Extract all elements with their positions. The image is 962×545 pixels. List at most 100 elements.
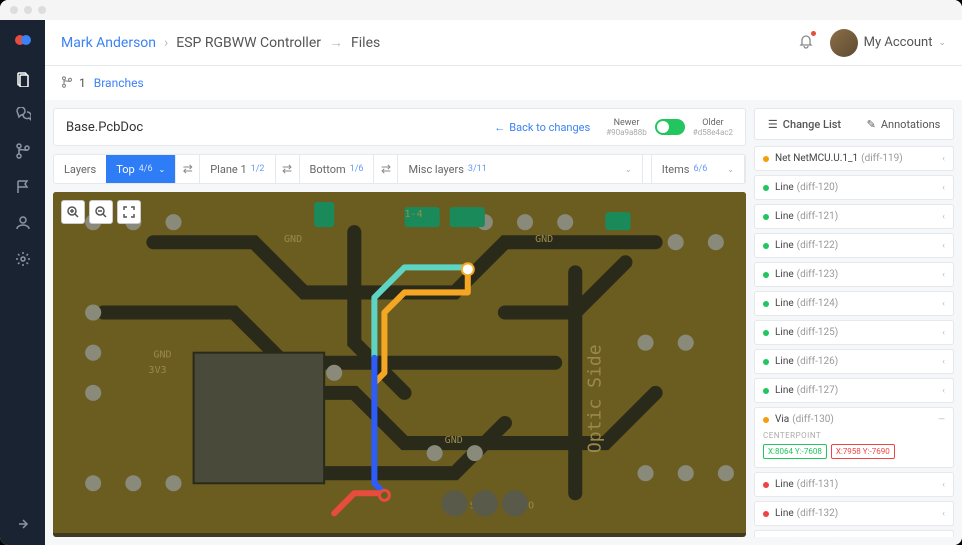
change-item-label: Line xyxy=(775,211,794,222)
pencil-icon: ✎ xyxy=(867,118,876,131)
breadcrumb: Mark Anderson › ESP RGBWW Controller → F… xyxy=(61,34,380,51)
filter-settings-icon[interactable]: ⇄ xyxy=(276,155,300,183)
chevron-icon: ‹ xyxy=(942,386,945,396)
change-item-diff: (diff-124) xyxy=(797,298,839,309)
status-dot-icon xyxy=(763,388,769,394)
status-dot-icon xyxy=(763,243,769,249)
left-sidebar xyxy=(0,20,45,545)
branch-icon xyxy=(61,76,73,91)
svg-text:GND: GND xyxy=(153,350,171,361)
chevron-icon: ‹ xyxy=(942,328,945,338)
fullscreen-button[interactable] xyxy=(117,200,141,224)
notifications-icon[interactable] xyxy=(798,33,814,52)
change-item-label: Line xyxy=(775,298,794,309)
version-toggle-section: Newer #90a9a88b Older #d58e4ac2 xyxy=(606,118,733,137)
change-item[interactable]: Line (diff-127)‹ xyxy=(754,378,954,403)
change-item-label: Line xyxy=(775,479,794,490)
change-item-label: Line xyxy=(775,385,794,396)
tab-annotations[interactable]: ✎ Annotations xyxy=(854,109,953,139)
tab-change-list[interactable]: ☰ Change List xyxy=(755,109,854,139)
change-item-diff: (diff-125) xyxy=(797,327,839,338)
document-title: Base.PcbDoc xyxy=(66,120,143,135)
subheader: 1 Branches xyxy=(45,66,962,100)
centerpoint-label: CENTERPOINT xyxy=(763,431,945,440)
change-item[interactable]: Line (diff-120)‹ xyxy=(754,175,954,200)
avatar xyxy=(830,29,858,57)
nav-users-icon[interactable] xyxy=(14,214,32,232)
change-item[interactable]: Line (diff-131)‹ xyxy=(754,472,954,497)
arrow-left-icon: ← xyxy=(494,121,505,134)
breadcrumb-user[interactable]: Mark Anderson xyxy=(61,35,156,51)
filter-misc[interactable]: Misc layers 3/11 ⌄ xyxy=(398,155,642,183)
change-item-diff: (diff-130) xyxy=(792,414,834,425)
newer-label: Newer xyxy=(614,118,640,128)
svg-text:3V3: 3V3 xyxy=(148,365,166,376)
change-item-diff: (diff-120) xyxy=(797,182,839,193)
chevron-icon: ‹ xyxy=(942,480,945,490)
pcb-viewer[interactable]: GND GND GND GND 3V3 1-4 SCLK MISO Optic … xyxy=(53,192,746,537)
change-item[interactable]: Line (diff-125)‹ xyxy=(754,320,954,345)
nav-files-icon[interactable] xyxy=(14,70,32,88)
change-item[interactable]: Line (diff-121) ‹ xyxy=(754,204,954,229)
nav-branches-icon[interactable] xyxy=(14,142,32,160)
zoom-out-button[interactable] xyxy=(89,200,113,224)
svg-text:GND: GND xyxy=(445,435,463,446)
branches-link[interactable]: Branches xyxy=(94,76,144,90)
app-logo[interactable] xyxy=(11,28,35,52)
change-item[interactable]: Line (diff-133)‹ xyxy=(754,530,954,537)
svg-text:GND: GND xyxy=(284,234,302,245)
change-item[interactable]: Line (diff-126)‹ xyxy=(754,349,954,374)
change-item[interactable]: Via (diff-130)—CENTERPOINTX:8064 Y:-7608… xyxy=(754,407,954,468)
filter-top[interactable]: Top 4/6 ⌄ xyxy=(106,155,176,183)
account-menu[interactable]: My Account ⌄ xyxy=(830,29,946,57)
nav-flag-icon[interactable] xyxy=(14,178,32,196)
back-to-changes-link[interactable]: ← Back to changes xyxy=(494,121,590,134)
change-item-diff: (diff-123) xyxy=(797,269,839,280)
newer-hash: #90a9a88b xyxy=(606,128,647,137)
filter-settings-icon[interactable]: ⇄ xyxy=(374,155,398,183)
document-header: Base.PcbDoc ← Back to changes Newer #90a… xyxy=(53,108,746,146)
svg-text:Optic Side: Optic Side xyxy=(584,344,605,453)
filter-layers-label: Layers xyxy=(54,163,106,176)
status-dot-icon xyxy=(763,301,769,307)
change-item[interactable]: Line (diff-132)‹ xyxy=(754,501,954,526)
version-toggle[interactable] xyxy=(655,119,685,135)
breadcrumb-sep-icon: → xyxy=(329,34,343,51)
change-item-label: Line xyxy=(775,240,794,251)
chevron-icon: ‹ xyxy=(942,299,945,309)
filter-plane[interactable]: Plane 1 1/2 xyxy=(200,155,275,183)
centerpoint-new-value: X:8064 Y:-7608 xyxy=(763,444,827,459)
change-item[interactable]: Line (diff-123)‹ xyxy=(754,262,954,287)
chevron-icon: ‹ xyxy=(942,183,945,193)
traffic-light-min[interactable] xyxy=(24,6,32,14)
status-dot-icon xyxy=(763,330,769,336)
change-item-label: Line xyxy=(775,508,794,519)
change-item[interactable]: Line (diff-124) ‹ xyxy=(754,291,954,316)
change-item[interactable]: Net NetMCU.U.1_1 (diff-119)‹ xyxy=(754,146,954,171)
chevron-down-icon: ⌄ xyxy=(625,165,632,174)
chevron-down-icon: ⌄ xyxy=(159,165,166,174)
nav-settings-icon[interactable] xyxy=(14,250,32,268)
status-dot-icon xyxy=(763,482,769,488)
breadcrumb-project[interactable]: ESP RGBWW Controller xyxy=(176,35,321,51)
branch-count: 1 xyxy=(79,76,86,90)
nav-collapse-icon[interactable] xyxy=(14,515,32,533)
traffic-light-close[interactable] xyxy=(10,6,18,14)
traffic-light-max[interactable] xyxy=(38,6,46,14)
side-panel-tabs: ☰ Change List ✎ Annotations xyxy=(754,108,954,140)
change-item-diff: (diff-121) xyxy=(797,211,839,222)
chevron-icon: ‹ xyxy=(942,270,945,280)
change-item[interactable]: Line (diff-122)‹ xyxy=(754,233,954,258)
chevron-icon: ‹ xyxy=(942,357,945,367)
filter-items[interactable]: Items 6/6 ⌄ xyxy=(651,155,745,183)
status-dot-icon xyxy=(763,359,769,365)
filter-bottom[interactable]: Bottom 1/6 xyxy=(300,155,375,183)
zoom-in-button[interactable] xyxy=(61,200,85,224)
status-dot-icon xyxy=(763,214,769,220)
breadcrumb-sep-icon: › xyxy=(164,35,168,51)
svg-text:GND: GND xyxy=(535,234,553,245)
chevron-icon: ‹ xyxy=(942,509,945,519)
chevron-icon: ‹ xyxy=(942,212,945,222)
filter-settings-icon[interactable]: ⇄ xyxy=(176,155,200,183)
nav-comments-icon[interactable] xyxy=(14,106,32,124)
